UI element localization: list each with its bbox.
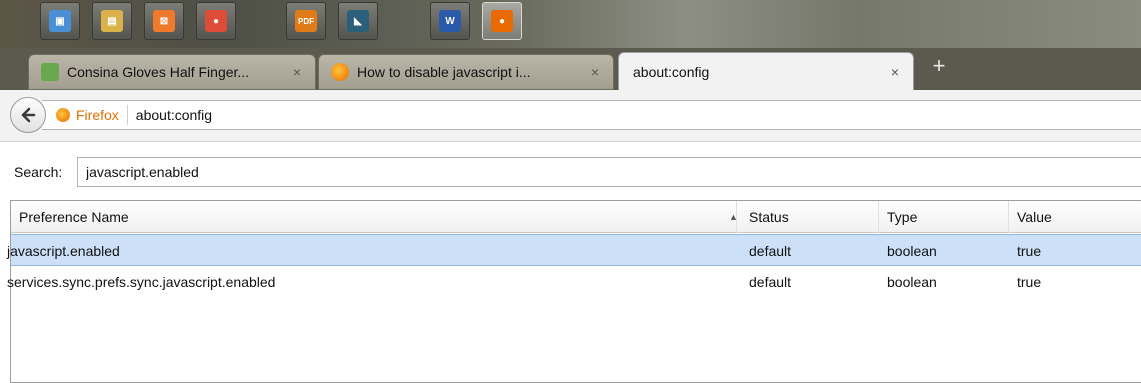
close-icon[interactable]: × (585, 64, 605, 80)
taskbar-button[interactable]: ▤ (92, 2, 132, 40)
taskbar-button[interactable]: ◣ (338, 2, 378, 40)
taskbar-button[interactable]: ⊠ (144, 2, 184, 40)
chrome-icon: ● (205, 10, 227, 32)
url-bar[interactable]: Firefox about:config (42, 100, 1141, 130)
search-row: Search: (0, 142, 1141, 198)
taskbar-button[interactable]: PDF (286, 2, 326, 40)
navigation-bar: Firefox about:config (0, 90, 1141, 142)
pref-status: default (749, 274, 792, 290)
pref-name: services.sync.prefs.sync.javascript.enab… (7, 274, 276, 290)
pdf-icon: PDF (295, 10, 317, 32)
back-arrow-icon (21, 107, 36, 123)
file-explorer-icon: ▤ (101, 10, 123, 32)
pref-name: javascript.enabled (7, 243, 120, 259)
tab-strip: Consina Gloves Half Finger... × How to d… (0, 48, 1141, 90)
tab-title: Consina Gloves Half Finger... (67, 64, 250, 80)
search-input[interactable] (77, 157, 1141, 187)
firefox-favicon (331, 63, 349, 81)
firefox-icon: ● (491, 10, 513, 32)
url-text[interactable]: about:config (128, 107, 212, 123)
identity-label: Firefox (76, 107, 119, 123)
tab-how-to-disable-javascript[interactable]: How to disable javascript i... × (318, 54, 614, 90)
table-header: Preference Name ▲ Status Type Value (11, 201, 1141, 233)
tab-consina[interactable]: Consina Gloves Half Finger... × (28, 54, 316, 90)
column-header-status[interactable]: Status (741, 201, 879, 233)
sort-ascending-icon: ▲ (729, 212, 738, 222)
consina-favicon (41, 63, 59, 81)
pref-value: true (1017, 274, 1042, 290)
taskbar-button[interactable]: ▣ (40, 2, 80, 40)
tab-about-config[interactable]: about:config × (618, 52, 914, 90)
word-icon: W (439, 10, 461, 32)
pref-status: default (749, 243, 792, 259)
column-header-type[interactable]: Type (879, 201, 1009, 233)
close-icon[interactable]: × (885, 64, 905, 80)
taskbar-button[interactable]: W (430, 2, 470, 40)
column-header-value[interactable]: Value (1009, 201, 1141, 233)
identity-box[interactable]: Firefox (42, 105, 128, 125)
monitor-icon: ▣ (49, 10, 71, 32)
table-row[interactable]: services.sync.prefs.sync.javascript.enab… (7, 266, 1141, 298)
xampp-icon: ⊠ (153, 10, 175, 32)
table-row[interactable]: javascript.enabled default boolean true (7, 234, 1141, 266)
new-tab-button[interactable]: + (926, 54, 952, 80)
taskbar-button[interactable]: ● (196, 2, 236, 40)
back-button[interactable] (10, 97, 46, 133)
dreamweaver-icon: ◣ (347, 10, 369, 32)
tab-title: How to disable javascript i... (357, 64, 531, 80)
pref-type: boolean (887, 243, 937, 259)
pref-type: boolean (887, 274, 937, 290)
preferences-table: Preference Name ▲ Status Type Value java… (7, 200, 1141, 383)
column-header-preference-name[interactable]: Preference Name (11, 201, 737, 233)
tab-title: about:config (633, 63, 710, 80)
firefox-icon (56, 108, 70, 122)
taskbar: ▣ ▤ ⊠ ● PDF ◣ W ● (0, 0, 1141, 48)
taskbar-button[interactable]: ● (482, 2, 522, 40)
close-icon[interactable]: × (287, 64, 307, 80)
pref-value: true (1017, 243, 1042, 259)
search-label: Search: (14, 164, 63, 180)
